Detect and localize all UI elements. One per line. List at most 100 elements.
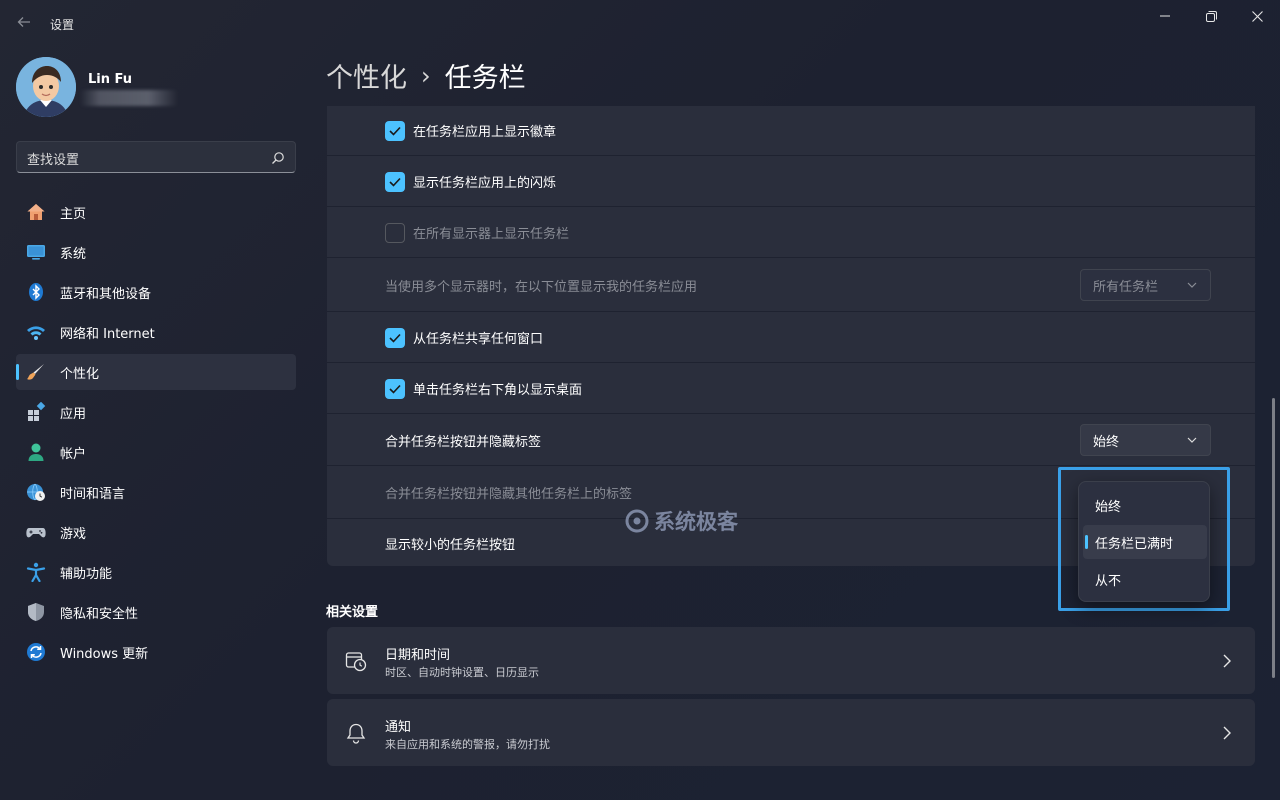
watermark: 系统极客	[624, 506, 738, 536]
dropdown-option-never[interactable]: 从不	[1083, 562, 1207, 596]
flashing-checkbox[interactable]	[385, 171, 405, 192]
setting-row-show-desktop[interactable]: 单击任务栏右下角以显示桌面	[327, 364, 1255, 414]
setting-row-flashing[interactable]: 显示任务栏应用上的闪烁	[327, 157, 1255, 207]
related-item-title: 日期和时间	[385, 648, 451, 663]
sidebar-item-accounts[interactable]: 帐户	[16, 434, 296, 470]
share-window-checkbox[interactable]	[385, 327, 405, 348]
shield-icon	[26, 602, 46, 622]
chevron-right-icon	[1221, 725, 1233, 740]
sidebar-item-windows-update[interactable]: Windows 更新	[16, 634, 296, 670]
breadcrumb-parent[interactable]: 个性化	[326, 56, 407, 95]
profile-name: Lin Fu	[88, 72, 133, 87]
setting-label: 在所有显示器上显示任务栏	[413, 227, 570, 242]
combo-value: 始终	[1093, 434, 1120, 450]
calendar-clock-icon	[345, 650, 367, 672]
sidebar-item-apps[interactable]: 应用	[16, 394, 296, 430]
setting-label: 单击任务栏右下角以显示桌面	[413, 383, 583, 398]
minimize-icon[interactable]	[1142, 0, 1188, 32]
close-icon[interactable]	[1234, 0, 1280, 32]
dropdown-option-always[interactable]: 始终	[1083, 488, 1207, 522]
sidebar-item-personalization[interactable]: 个性化	[16, 354, 296, 390]
search-input[interactable]: 查找设置	[16, 141, 296, 173]
system-icon	[26, 242, 46, 262]
setting-row-share-window[interactable]: 从任务栏共享任何窗口	[327, 313, 1255, 363]
chevron-right-icon	[1221, 653, 1233, 668]
accessibility-icon	[26, 562, 46, 582]
related-item-date-time[interactable]: 日期和时间 时区、自动时钟设置、日历显示	[327, 627, 1255, 694]
sidebar-item-label: 辅助功能	[60, 566, 113, 582]
chevron-down-icon	[1186, 279, 1198, 291]
maximize-icon[interactable]	[1188, 0, 1234, 32]
related-item-subtitle: 时区、自动时钟设置、日历显示	[385, 666, 539, 679]
setting-label: 合并任务栏按钮并隐藏标签	[385, 434, 542, 450]
related-item-notifications[interactable]: 通知 来自应用和系统的警报，请勿打扰	[327, 699, 1255, 766]
scrollbar[interactable]	[1272, 398, 1275, 678]
dropdown-option-label: 始终	[1095, 499, 1122, 515]
chevron-down-icon	[1186, 434, 1198, 446]
sidebar-item-system[interactable]: 系统	[16, 234, 296, 270]
update-icon	[26, 642, 46, 662]
account-icon	[26, 442, 46, 462]
avatar[interactable]	[16, 57, 76, 117]
setting-row-multi-display: 当使用多个显示器时，在以下位置显示我的任务栏应用 所有任务栏	[327, 259, 1255, 312]
show-desktop-checkbox[interactable]	[385, 378, 405, 399]
sidebar-item-label: 帐户	[60, 446, 87, 462]
all-displays-checkbox[interactable]	[385, 222, 405, 243]
setting-row-all-displays[interactable]: 在所有显示器上显示任务栏	[327, 208, 1255, 258]
bell-icon	[345, 722, 367, 744]
combo-value: 所有任务栏	[1093, 279, 1159, 295]
sidebar-item-accessibility[interactable]: 辅助功能	[16, 554, 296, 590]
profile-email-redacted	[80, 90, 178, 106]
setting-row-combine-buttons: 合并任务栏按钮并隐藏标签 始终	[327, 415, 1255, 466]
setting-label: 合并任务栏按钮并隐藏其他任务栏上的标签	[385, 487, 633, 502]
sidebar-item-home[interactable]: 主页	[16, 194, 296, 230]
home-icon	[26, 202, 46, 222]
setting-label: 从任务栏共享任何窗口	[413, 332, 544, 347]
sidebar-item-privacy[interactable]: 隐私和安全性	[16, 594, 296, 630]
app-title: 设置	[50, 18, 75, 32]
paintbrush-icon	[26, 362, 46, 382]
gamepad-icon	[26, 522, 46, 542]
multi-display-combo[interactable]: 所有任务栏	[1080, 269, 1211, 301]
dropdown-option-when-full[interactable]: 任务栏已满时	[1083, 525, 1207, 559]
breadcrumb-separator: ›	[421, 61, 431, 90]
combine-buttons-combo[interactable]: 始终	[1080, 424, 1211, 456]
breadcrumb: 个性化 › 任务栏	[326, 56, 526, 95]
back-arrow-icon[interactable]	[12, 12, 36, 36]
setting-label: 显示较小的任务栏按钮	[385, 537, 516, 553]
apps-icon	[26, 402, 46, 422]
sidebar-nav: 主页 系统 蓝牙和其他设备 网络和 Internet 个性化 应用 帐户 时间和…	[16, 194, 296, 674]
sidebar-item-label: 主页	[60, 206, 87, 222]
small-buttons-dropdown: 始终 任务栏已满时 从不	[1078, 481, 1210, 602]
sidebar-item-label: 蓝牙和其他设备	[60, 286, 152, 302]
sidebar-item-bluetooth[interactable]: 蓝牙和其他设备	[16, 274, 296, 310]
bluetooth-icon	[26, 282, 46, 302]
sidebar-item-time-language[interactable]: 时间和语言	[16, 474, 296, 510]
search-icon[interactable]	[271, 150, 285, 164]
globe-clock-icon	[26, 482, 46, 502]
setting-row-badges[interactable]: 在任务栏应用上显示徽章	[327, 106, 1255, 156]
sidebar-item-label: 隐私和安全性	[60, 606, 139, 622]
related-settings-title: 相关设置	[326, 605, 379, 620]
sidebar-item-label: 应用	[60, 406, 87, 422]
sidebar-item-label: 时间和语言	[60, 486, 126, 502]
related-item-subtitle: 来自应用和系统的警报，请勿打扰	[385, 738, 550, 751]
title-bar: 设置	[0, 0, 1280, 48]
badges-checkbox[interactable]	[385, 120, 405, 141]
sidebar-item-gaming[interactable]: 游戏	[16, 514, 296, 550]
sidebar-item-network[interactable]: 网络和 Internet	[16, 314, 296, 350]
wifi-icon	[26, 322, 46, 342]
sidebar-item-label: 系统	[60, 246, 87, 262]
page-title: 任务栏	[444, 63, 526, 94]
search-placeholder: 查找设置	[27, 153, 80, 168]
sidebar-item-label: Windows 更新	[60, 646, 149, 662]
dropdown-option-label: 从不	[1095, 573, 1122, 589]
watermark-text: 系统极客	[654, 510, 738, 534]
sidebar-item-label: 游戏	[60, 526, 87, 542]
setting-label: 当使用多个显示器时，在以下位置显示我的任务栏应用	[385, 279, 698, 295]
setting-label: 在任务栏应用上显示徽章	[413, 125, 557, 140]
sidebar-item-label: 个性化	[60, 366, 100, 382]
sidebar-item-label: 网络和 Internet	[60, 326, 155, 342]
watermark-logo-icon	[625, 509, 649, 533]
related-item-title: 通知	[385, 720, 412, 735]
